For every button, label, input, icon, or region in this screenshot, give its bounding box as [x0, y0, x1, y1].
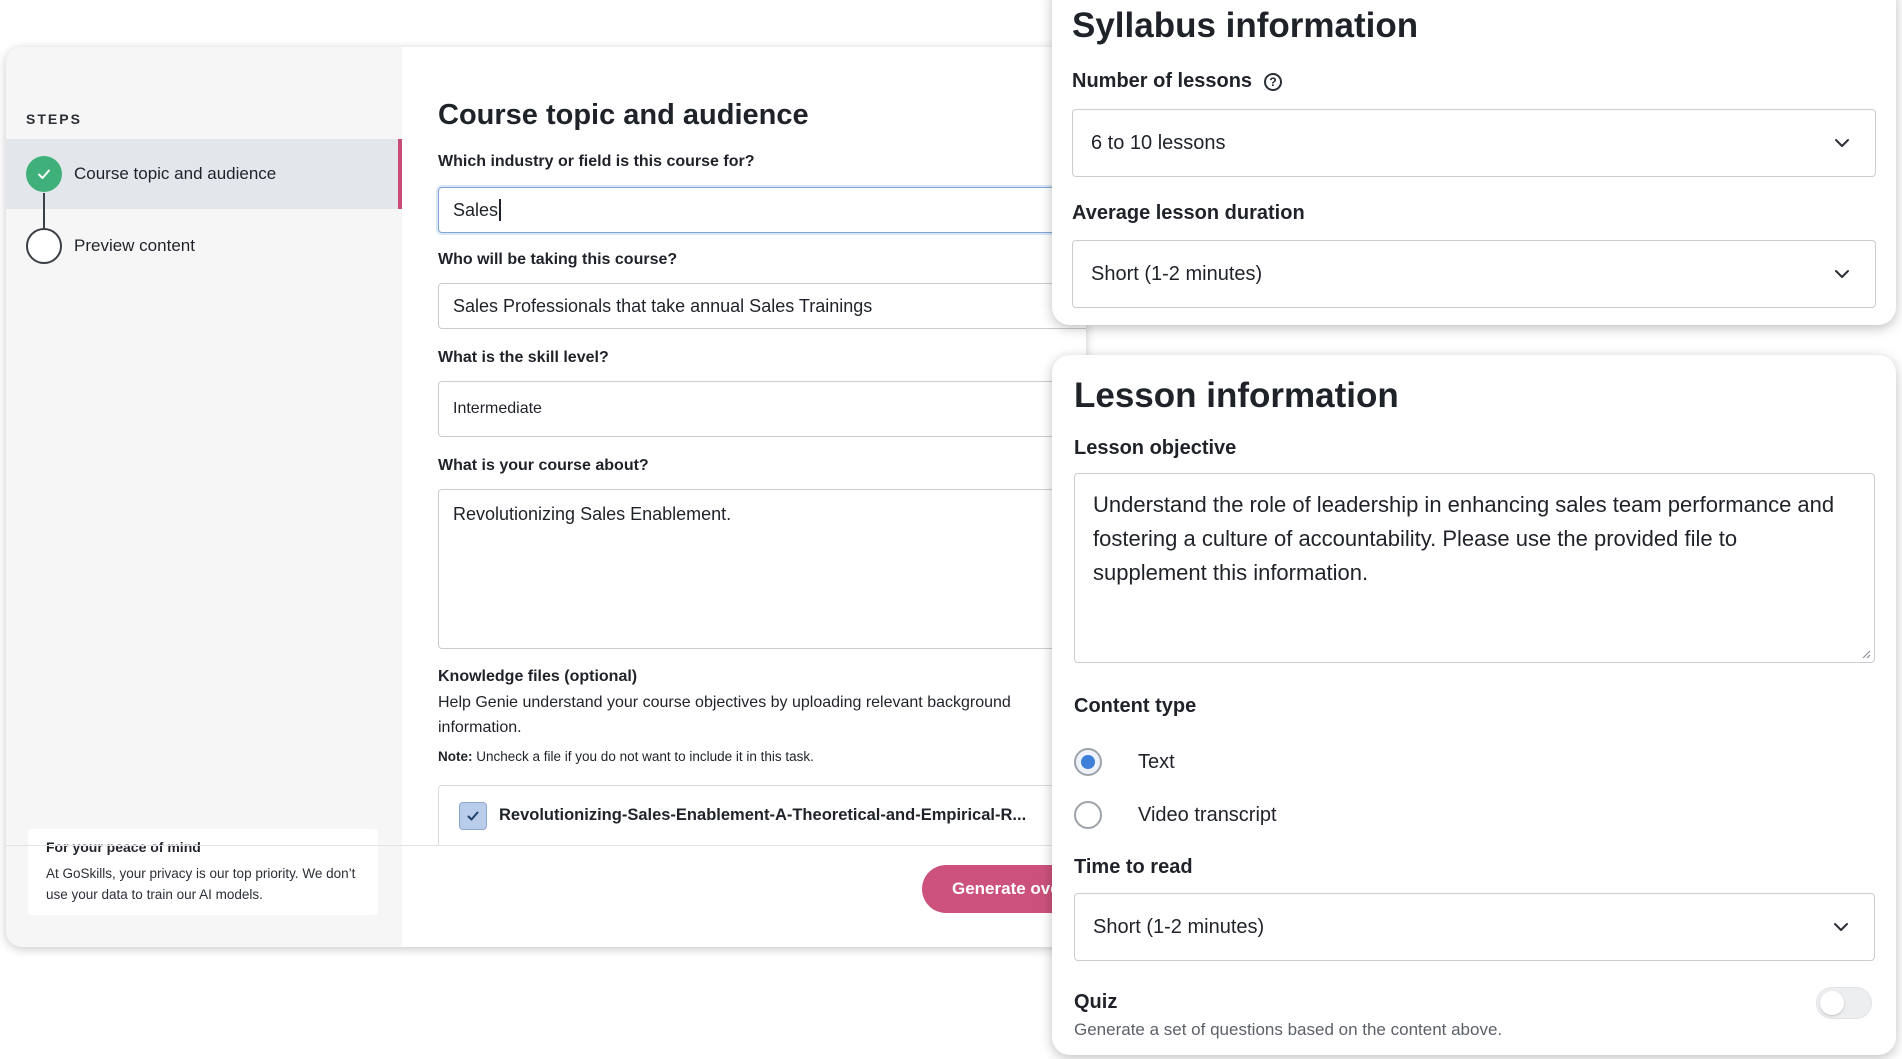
knowledge-files-note: Note: Uncheck a file if you do not want … — [438, 749, 814, 764]
time-to-read-select[interactable]: Short (1-2 minutes) — [1074, 893, 1875, 961]
step-label: Preview content — [74, 236, 195, 255]
lesson-duration-label: Average lesson duration — [1072, 202, 1305, 224]
privacy-notice: For your peace of mind At GoSkills, your… — [28, 829, 378, 915]
footer-divider — [6, 845, 1086, 846]
chevron-down-icon — [1835, 139, 1849, 147]
radio-label: Text — [1138, 750, 1175, 773]
lesson-title: Lesson information — [1074, 376, 1399, 415]
privacy-text: At GoSkills, your privacy is our top pri… — [46, 866, 356, 902]
quiz-toggle[interactable] — [1816, 987, 1872, 1019]
quiz-label: Quiz — [1074, 991, 1118, 1013]
number-of-lessons-label: Number of lessons ? — [1072, 70, 1283, 93]
empty-circle-icon — [26, 228, 62, 264]
number-of-lessons-select[interactable]: 6 to 10 lessons — [1072, 109, 1876, 177]
steps-sidebar: STEPS Course topic and audience Preview … — [6, 47, 402, 947]
objective-value: Understand the role of leadership in enh… — [1093, 492, 1835, 585]
knowledge-file-item: Revolutionizing-Sales-Enablement-A-Theor… — [438, 785, 1086, 845]
check-circle-icon — [26, 156, 62, 192]
course-wizard-window: STEPS Course topic and audience Preview … — [6, 47, 1086, 947]
skill-label: What is the skill level? — [438, 349, 609, 366]
industry-value: Sales — [453, 199, 499, 220]
knowledge-files-label: Knowledge files (optional) — [438, 668, 638, 685]
industry-label: Which industry or field is this course f… — [438, 153, 755, 170]
file-name: Revolutionizing-Sales-Enablement-A-Theor… — [499, 806, 1027, 824]
step-course-topic[interactable]: Course topic and audience — [6, 139, 402, 209]
chevron-down-icon — [1835, 270, 1849, 278]
quiz-description: Generate a set of questions based on the… — [1074, 1020, 1503, 1039]
lessons-value: 6 to 10 lessons — [1091, 131, 1226, 154]
about-value: Revolutionizing Sales Enablement. — [453, 504, 732, 524]
time-value: Short (1-2 minutes) — [1093, 915, 1265, 938]
lesson-duration-select[interactable]: Short (1-2 minutes) — [1072, 240, 1876, 308]
skill-level-select[interactable]: Intermediate — [438, 381, 1086, 437]
content-type-label: Content type — [1074, 695, 1197, 717]
audience-input[interactable]: Sales Professionals that take annual Sal… — [438, 283, 1086, 329]
content-type-text-option[interactable]: Text — [1074, 748, 1175, 776]
file-checkbox[interactable] — [459, 801, 487, 830]
lessons-label-text: Number of lessons — [1072, 70, 1253, 92]
about-label: What is your course about? — [438, 457, 649, 474]
syllabus-information-card: Syllabus information Number of lessons ?… — [1052, 0, 1896, 325]
step-label: Course topic and audience — [74, 164, 277, 183]
audience-value: Sales Professionals that take annual Sal… — [453, 295, 873, 316]
audience-label: Who will be taking this course? — [438, 251, 678, 268]
text-caret — [499, 199, 501, 221]
page-title: Course topic and audience — [438, 99, 809, 131]
lesson-objective-textarea[interactable]: Understand the role of leadership in enh… — [1074, 473, 1875, 663]
note-text: Uncheck a file if you do not want to inc… — [472, 749, 814, 764]
duration-value: Short (1-2 minutes) — [1091, 262, 1263, 285]
step-preview-content[interactable]: Preview content — [6, 211, 402, 281]
radio-selected-dot — [1081, 755, 1095, 769]
note-prefix: Note: — [438, 749, 473, 764]
form-main: Course topic and audience Which industry… — [402, 47, 1086, 947]
chevron-down-icon — [1834, 923, 1848, 931]
check-icon — [467, 811, 479, 820]
steps-heading: STEPS — [26, 111, 82, 127]
radio-button[interactable] — [1074, 748, 1102, 776]
content-type-video-option[interactable]: Video transcript — [1074, 801, 1277, 829]
knowledge-files-help: Help Genie understand your course object… — [438, 694, 1011, 736]
radio-label: Video transcript — [1138, 803, 1277, 826]
industry-input[interactable]: Sales — [438, 187, 1086, 233]
radio-button[interactable] — [1074, 801, 1102, 829]
lesson-information-card: Lesson information Lesson objective Unde… — [1052, 355, 1896, 1055]
help-question-icon[interactable]: ? — [1264, 72, 1283, 91]
resize-handle-icon — [1862, 650, 1871, 659]
about-textarea[interactable]: Revolutionizing Sales Enablement. — [438, 489, 1086, 649]
toggle-knob — [1820, 991, 1844, 1015]
syllabus-title: Syllabus information — [1072, 6, 1419, 45]
privacy-title: For your peace of mind — [46, 839, 201, 855]
skill-value: Intermediate — [453, 400, 542, 417]
time-to-read-label: Time to read — [1074, 856, 1193, 878]
lesson-objective-label: Lesson objective — [1074, 437, 1237, 459]
